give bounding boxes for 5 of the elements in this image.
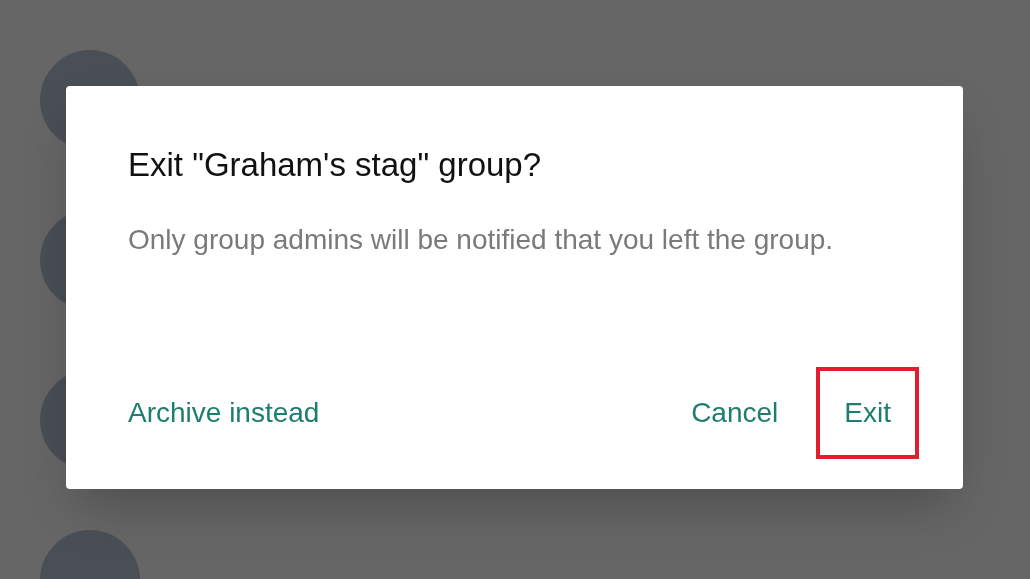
dialog-button[interactable]: Archive instead: [100, 367, 348, 459]
dialog-message: Only group admins will be notified that you left the group.: [128, 223, 835, 258]
dialog-button[interactable]: Exit: [816, 367, 919, 459]
dialog-button[interactable]: Cancel: [663, 367, 807, 459]
dialog-title: Exit "Graham's stag" group?: [128, 145, 543, 185]
